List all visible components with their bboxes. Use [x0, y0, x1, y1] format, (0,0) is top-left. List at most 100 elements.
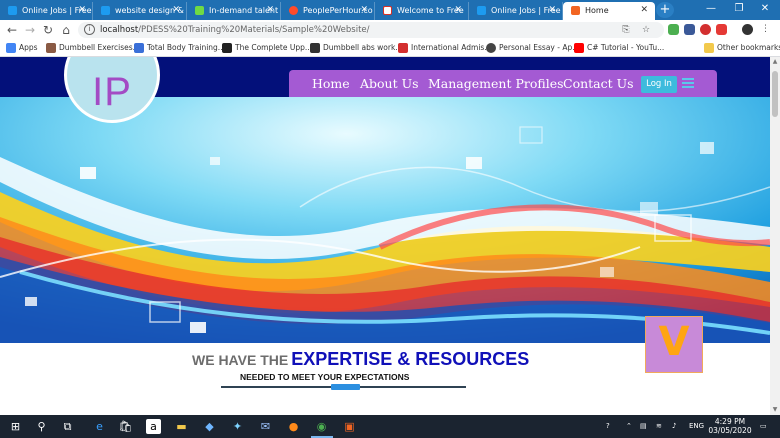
hero-banner-image [0, 97, 770, 343]
hamburger-menu-icon[interactable] [682, 78, 694, 90]
twitter-favicon-icon [477, 6, 486, 15]
site-logo[interactable]: IP [64, 57, 160, 123]
help-icon[interactable]: ? [606, 415, 610, 438]
tab-close-icon[interactable]: ✕ [640, 2, 648, 19]
bookmarks-bar: Apps Dumbbell Exercises... Total Body Tr… [0, 40, 780, 57]
twitter-favicon-icon [8, 6, 17, 15]
url-text[interactable]: localhost/PDESS%20Training%20Materials/S… [100, 22, 370, 38]
tab-title: Home [585, 6, 609, 15]
store-icon[interactable]: 🛍 [118, 419, 133, 434]
browser-tab[interactable]: PeoplePerHour.co ✕ [281, 2, 375, 20]
tray-overflow-icon[interactable]: ⌃ [626, 415, 632, 438]
clock-date: 03/05/2020 [708, 426, 752, 435]
scroll-down-icon[interactable]: ▼ [770, 405, 780, 415]
xampp-favicon-icon [571, 6, 580, 15]
extension-shield-icon[interactable] [700, 24, 711, 35]
v-badge[interactable]: V [645, 316, 703, 373]
notifications-icon[interactable]: ▭ [760, 415, 767, 438]
xampp-icon[interactable]: ▣ [342, 419, 357, 434]
browser-toolbar: ← → ↻ ⌂ i localhost/PDESS%20Training%20M… [0, 20, 780, 40]
heading-lead: WE HAVE THE [192, 352, 289, 368]
tab-close-icon[interactable]: ✕ [266, 2, 274, 19]
new-tab-button[interactable]: + [656, 2, 674, 18]
heading-strong: EXPERTISE & RESOURCES [291, 349, 530, 369]
gmail-favicon-icon [383, 6, 392, 15]
wifi-icon[interactable]: ≋ [656, 415, 662, 438]
browser-tab[interactable]: Online Jobs | Free ✕ [0, 2, 93, 20]
scrollbar-thumb[interactable] [772, 71, 778, 117]
other-bookmarks-folder[interactable]: Other bookmarks [704, 40, 780, 56]
language-indicator[interactable]: ENG [689, 415, 704, 438]
close-window-button[interactable]: ✕ [748, 0, 780, 20]
dropbox-icon[interactable]: ◆ [202, 419, 217, 434]
browser-tab[interactable]: website design & ✕ [93, 2, 187, 20]
system-clock[interactable]: 4:29 PM 03/05/2020 [707, 417, 753, 435]
tab-close-icon[interactable]: ✕ [360, 2, 368, 19]
tab-close-icon[interactable]: ✕ [454, 2, 462, 19]
bookmark-item[interactable]: C# Tutorial - YouTu... [574, 40, 664, 56]
extension-blue-icon[interactable] [684, 24, 695, 35]
pin-app-icon[interactable]: ✦ [230, 419, 245, 434]
bookmark-favicon-icon [310, 43, 320, 53]
tab-close-icon[interactable]: ✕ [548, 2, 556, 19]
bookmark-favicon-icon [46, 43, 56, 53]
network-icon[interactable]: ▤ [640, 415, 647, 438]
mail-icon[interactable]: ✉ [258, 419, 273, 434]
clock-time: 4:29 PM [714, 417, 746, 426]
bookmark-item[interactable]: Personal Essay - Ap... [486, 40, 579, 56]
profile-avatar[interactable] [742, 24, 753, 35]
extension-red-icon[interactable] [716, 24, 727, 35]
bookmark-item[interactable]: International Admis... [398, 40, 491, 56]
youtube-icon [574, 43, 584, 53]
chrome-icon[interactable]: ◉ [314, 419, 329, 434]
bookmark-item[interactable]: Total Body Training... [134, 40, 225, 56]
browser-tab[interactable]: In-demand talent ✕ [187, 2, 281, 20]
search-icon[interactable]: ⚲ [34, 419, 49, 434]
extension-green-icon[interactable] [668, 24, 679, 35]
browser-tab-active[interactable]: Home ✕ [563, 2, 655, 20]
expertise-heading: WE HAVE THE EXPERTISE & RESOURCES [192, 349, 529, 370]
bookmark-item[interactable]: Dumbbell abs work... [310, 40, 402, 56]
bookmark-item[interactable]: Apps [6, 40, 38, 56]
scroll-up-icon[interactable]: ▲ [770, 57, 780, 67]
tab-close-icon[interactable]: ✕ [78, 2, 86, 19]
windows-start-icon[interactable]: ⊞ [8, 419, 23, 434]
amazon-icon[interactable]: a [146, 419, 161, 434]
volume-icon[interactable]: ♪ [672, 415, 676, 438]
nav-about-link[interactable]: About Us [360, 76, 419, 91]
bookmark-favicon-icon [134, 43, 144, 53]
reload-icon[interactable]: ↻ [40, 22, 56, 38]
nav-contact-link[interactable]: Contact Us [563, 76, 634, 91]
divider-accent [331, 384, 360, 390]
nav-management-link[interactable]: Management Profiles [428, 76, 564, 91]
address-bar[interactable]: i localhost/PDESS%20Training%20Materials… [78, 22, 664, 38]
firefox-icon[interactable]: ● [286, 419, 301, 434]
peopleperhour-favicon-icon [289, 6, 298, 15]
bookmark-item[interactable]: Dumbbell Exercises... [46, 40, 140, 56]
browser-tab[interactable]: Online Jobs | Free ✕ [469, 2, 563, 20]
page-scrollbar[interactable]: ▲ ▼ [770, 57, 780, 415]
bookmark-item[interactable]: The Complete Upp... [222, 40, 312, 56]
nav-home-link[interactable]: Home [312, 76, 350, 91]
home-icon[interactable]: ⌂ [58, 22, 74, 38]
forward-arrow-icon[interactable]: → [22, 22, 38, 38]
file-explorer-icon[interactable]: ▬ [174, 419, 189, 434]
badge-letter: V [658, 319, 690, 365]
translate-icon[interactable]: ⎘ [620, 24, 632, 36]
browser-menu-icon[interactable]: ⋮ [760, 24, 771, 35]
folder-icon [704, 43, 714, 53]
bookmark-star-icon[interactable]: ☆ [640, 24, 652, 36]
windows-taskbar: ⊞ ⚲ ⧉ e 🛍 a ▬ ◆ ✦ ✉ ● ◉ ▣ ? ⌃ ▤ ≋ ♪ ENG … [0, 415, 780, 438]
main-navigation: Home About Us Management Profiles Contac… [289, 70, 717, 99]
edge-icon[interactable]: e [92, 419, 107, 434]
expertise-subheading: NEEDED TO MEET YOUR EXPECTATIONS [240, 372, 410, 382]
tab-close-icon[interactable]: ✕ [172, 2, 180, 19]
site-info-icon[interactable]: i [84, 24, 95, 35]
upwork-favicon-icon [195, 6, 204, 15]
browser-tab-strip: Online Jobs | Free ✕ website design & ✕ … [0, 0, 780, 20]
login-button[interactable]: Log In [641, 76, 677, 93]
bookmark-favicon-icon [486, 43, 496, 53]
browser-tab[interactable]: Welcome to Free ✕ [375, 2, 469, 20]
back-arrow-icon[interactable]: ← [4, 22, 20, 38]
task-view-icon[interactable]: ⧉ [60, 419, 75, 434]
